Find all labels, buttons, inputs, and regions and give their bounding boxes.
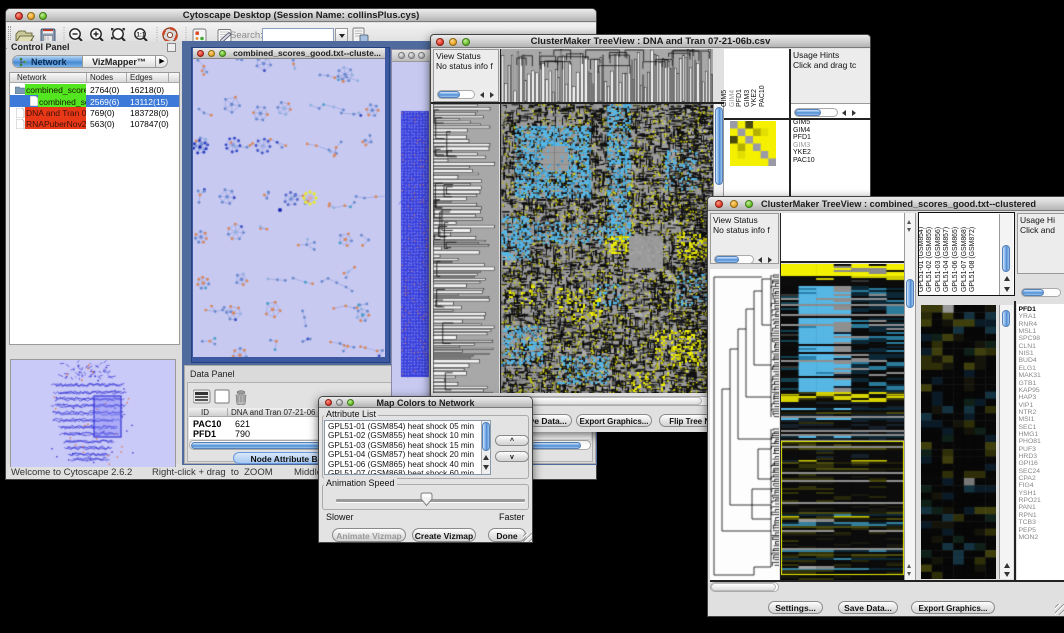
svg-text:1:1: 1:1	[137, 33, 146, 39]
